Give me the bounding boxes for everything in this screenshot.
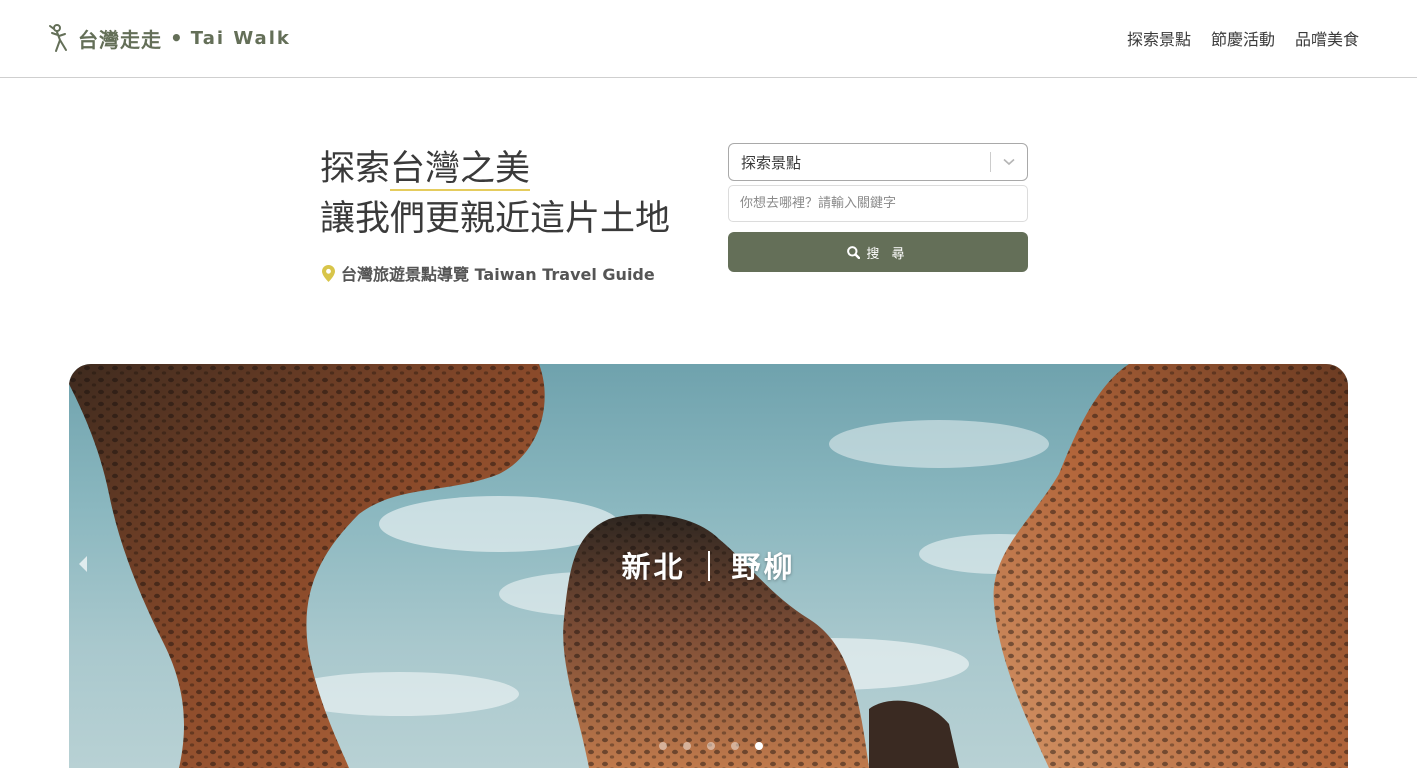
logo-separator: •: [170, 26, 183, 50]
nav-food[interactable]: 品嚐美食: [1295, 26, 1359, 50]
slide-spot: 野柳: [731, 550, 796, 584]
logo-text-cn: 台灣走走: [78, 27, 162, 52]
nav-festivals[interactable]: 節慶活動: [1211, 26, 1275, 50]
site-header: 台灣走走 • Tai Walk 探索景點 節慶活動 品嚐美食: [0, 0, 1417, 78]
carousel-dot[interactable]: [754, 742, 763, 750]
category-select-value: 探索景點: [741, 153, 802, 172]
keyword-input[interactable]: [728, 185, 1028, 222]
nav-explore-spots[interactable]: 探索景點: [1127, 26, 1191, 50]
caption-divider: [707, 551, 710, 581]
main-nav: 探索景點 節慶活動 品嚐美食: [1127, 26, 1359, 50]
logo-text-en: Tai Walk: [190, 27, 291, 49]
carousel-dot[interactable]: [706, 742, 715, 750]
logo[interactable]: 台灣走走 • Tai Walk: [48, 22, 291, 54]
carousel-indicators: [69, 742, 1348, 750]
slide-city: 新北: [621, 550, 686, 584]
search-icon: [847, 245, 861, 259]
carousel-dot[interactable]: [682, 742, 691, 750]
hero-title-highlight: 台灣之美: [390, 149, 531, 191]
hero-title-line2: 讓我們更親近這片土地: [320, 199, 671, 239]
category-select[interactable]: 探索景點: [728, 143, 1028, 181]
chevron-down-icon[interactable]: [991, 158, 1027, 166]
slide-caption: 新北 野柳: [69, 544, 1348, 586]
search-button-label: 搜 尋: [866, 246, 909, 262]
carousel-dot[interactable]: [730, 742, 739, 750]
search-button[interactable]: 搜 尋: [728, 232, 1028, 272]
tagline-text: 台灣旅遊景點導覽 Taiwan Travel Guide: [341, 265, 655, 284]
map-pin-icon: [322, 264, 335, 282]
hero-title: 探索台灣之美 讓我們更親近這片土地: [320, 144, 670, 244]
hero-carousel[interactable]: 新北 野柳: [69, 364, 1348, 768]
hero-tagline: 台灣旅遊景點導覽 Taiwan Travel Guide: [322, 261, 655, 285]
carousel-dot[interactable]: [658, 742, 667, 750]
hero-title-part1: 探索: [320, 149, 391, 189]
logo-walker-icon: [49, 24, 67, 52]
